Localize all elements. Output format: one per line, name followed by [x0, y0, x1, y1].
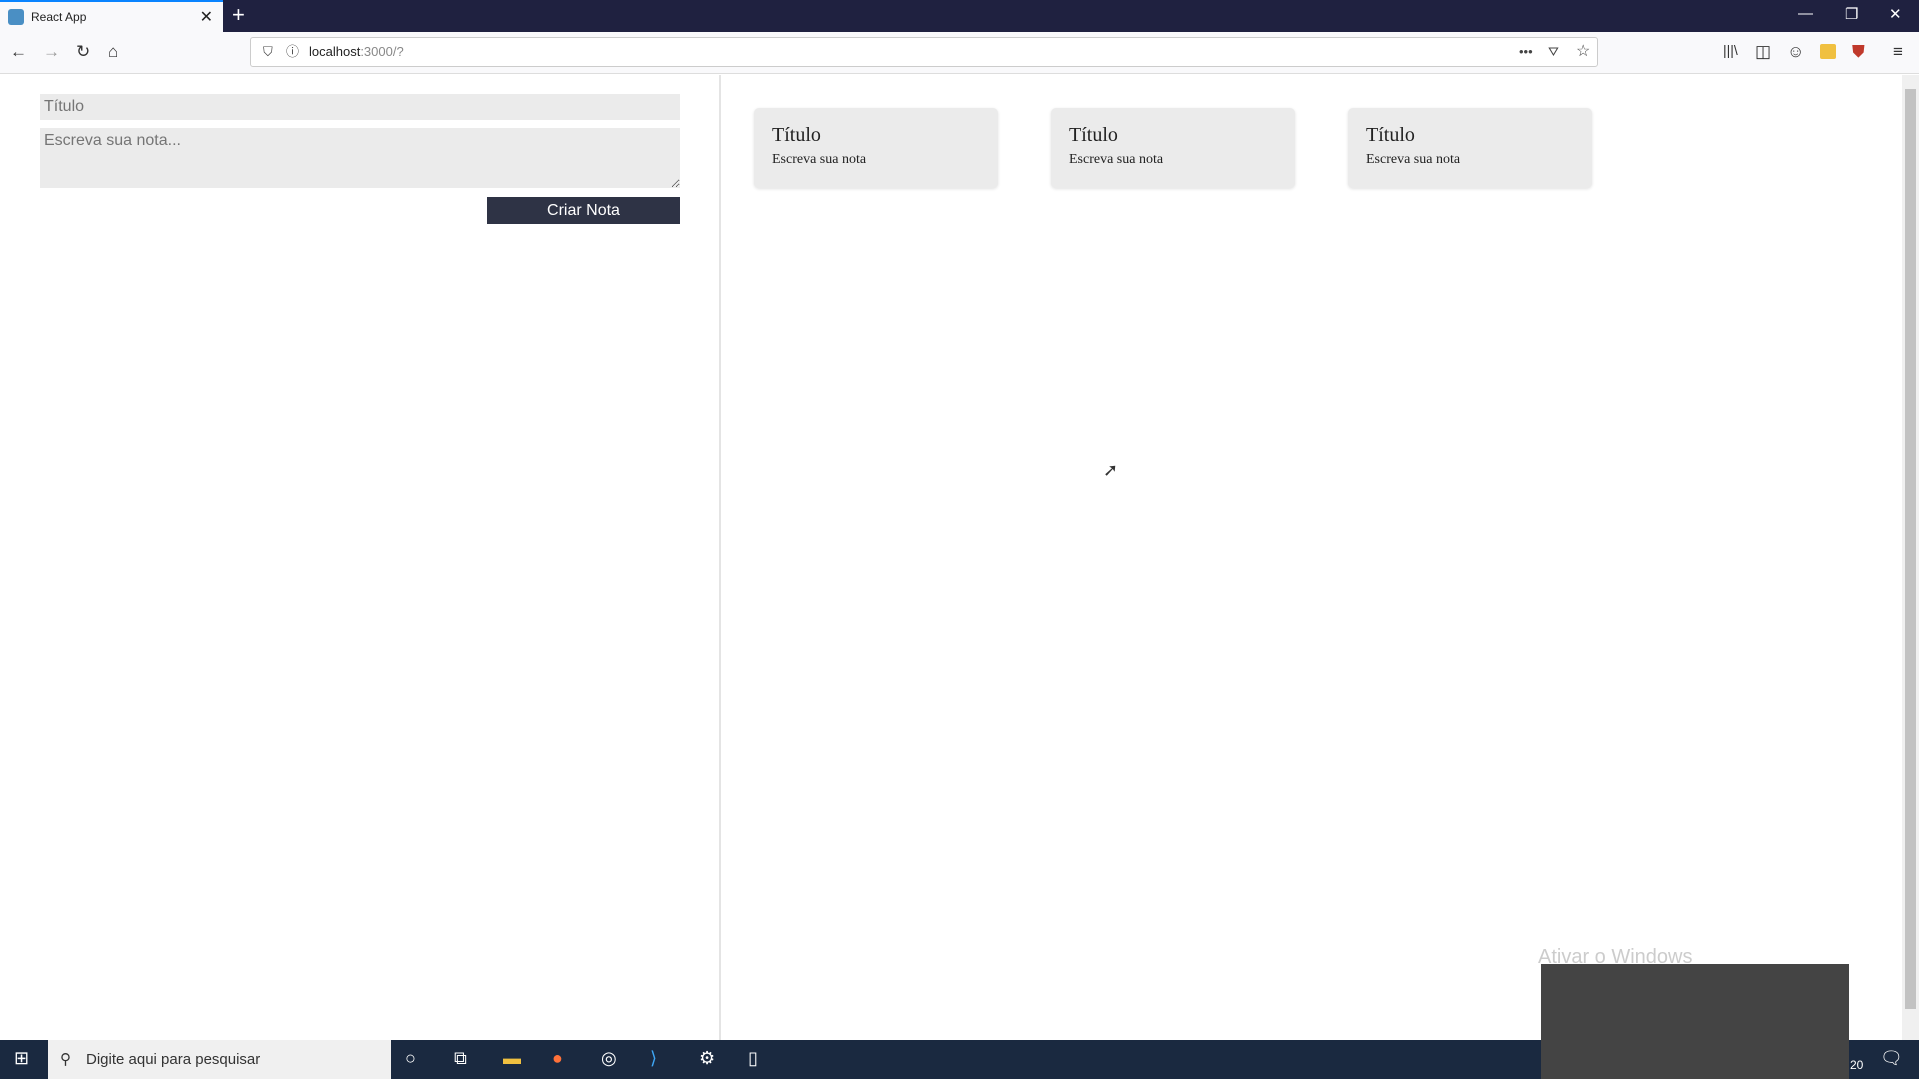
new-tab-button[interactable]: +: [232, 2, 245, 28]
cortana-icon[interactable]: ○: [405, 1048, 416, 1069]
more-icon[interactable]: •••: [1519, 38, 1533, 66]
taskbar-search[interactable]: ⚲ Digite aqui para pesquisar: [48, 1040, 391, 1079]
page-scrollbar[interactable]: [1902, 75, 1919, 1040]
restore-icon[interactable]: ❐: [1845, 5, 1858, 23]
tab-title: React App: [31, 10, 87, 24]
note-title: Título: [1069, 124, 1118, 146]
account-icon[interactable]: ☺: [1787, 42, 1804, 62]
nav-toolbar: ← → ↻ ⌂ ⛉ ⓘ localhost:3000/? ••• ⛛ ☆ |||…: [0, 32, 1919, 74]
note-card: Título Escreva sua nota: [754, 108, 998, 188]
video-overlay: [1541, 964, 1849, 1079]
library-icon[interactable]: |||\: [1723, 42, 1738, 58]
title-input[interactable]: [40, 94, 680, 120]
brave-shield-icon[interactable]: ⛊: [1852, 42, 1865, 62]
settings-gear-icon[interactable]: ⚙: [699, 1048, 715, 1069]
note-title: Título: [1366, 124, 1415, 146]
mouse-cursor-icon: ➚: [1103, 460, 1119, 480]
note-body: Escreva sua nota: [1366, 152, 1461, 167]
pocket-icon[interactable]: ⛛: [1548, 38, 1559, 66]
note-form-panel: Criar Nota: [0, 75, 721, 1040]
shield-icon[interactable]: ⛉: [263, 38, 273, 66]
note-card: Título Escreva sua nota: [1348, 108, 1592, 188]
forward-icon[interactable]: →: [43, 42, 60, 62]
file-explorer-icon[interactable]: ▬: [503, 1048, 521, 1069]
sidebar-icon[interactable]: ◫: [1755, 42, 1771, 62]
browser-tab[interactable]: React App ✕: [0, 0, 223, 32]
menu-icon[interactable]: ≡: [1893, 42, 1903, 62]
extension-icon[interactable]: [1820, 44, 1836, 59]
url-bar[interactable]: ⛉ ⓘ localhost:3000/? ••• ⛛ ☆: [250, 37, 1598, 67]
firefox-icon[interactable]: ●: [552, 1048, 563, 1069]
task-view-icon[interactable]: ⧉: [454, 1048, 467, 1069]
tab-bar: React App ✕ + — ❐ ✕: [0, 0, 1919, 32]
note-title: Título: [772, 124, 821, 146]
back-icon[interactable]: ←: [10, 42, 27, 62]
note-body: Escreva sua nota: [772, 152, 867, 167]
note-textarea[interactable]: [40, 128, 680, 188]
app-icon[interactable]: ▯: [748, 1048, 758, 1069]
search-icon: ⚲: [60, 1051, 71, 1068]
taskbar-search-placeholder: Digite aqui para pesquisar: [86, 1051, 261, 1068]
windows-start-icon[interactable]: ⊞: [14, 1048, 29, 1069]
home-icon[interactable]: ⌂: [108, 42, 118, 62]
react-favicon-icon: [8, 9, 24, 25]
note-card: Título Escreva sua nota: [1051, 108, 1295, 188]
create-note-button[interactable]: Criar Nota: [487, 197, 680, 224]
obs-icon[interactable]: ◎: [601, 1048, 617, 1069]
vscode-icon[interactable]: ⟩: [650, 1048, 657, 1069]
url-path: :3000/?: [360, 44, 404, 59]
notifications-icon[interactable]: 🗨: [1880, 1048, 1903, 1069]
info-icon[interactable]: ⓘ: [286, 38, 299, 66]
bookmark-star-icon[interactable]: ☆: [1576, 38, 1590, 66]
minimize-icon[interactable]: —: [1798, 5, 1813, 22]
close-tab-icon[interactable]: ✕: [200, 7, 213, 27]
clock: 20: [1850, 1058, 1864, 1072]
reload-icon[interactable]: ↻: [76, 42, 90, 62]
scrollbar-thumb[interactable]: [1905, 89, 1916, 1009]
note-body: Escreva sua nota: [1069, 152, 1164, 167]
close-window-icon[interactable]: ✕: [1889, 5, 1902, 23]
url-host: localhost: [309, 44, 361, 59]
